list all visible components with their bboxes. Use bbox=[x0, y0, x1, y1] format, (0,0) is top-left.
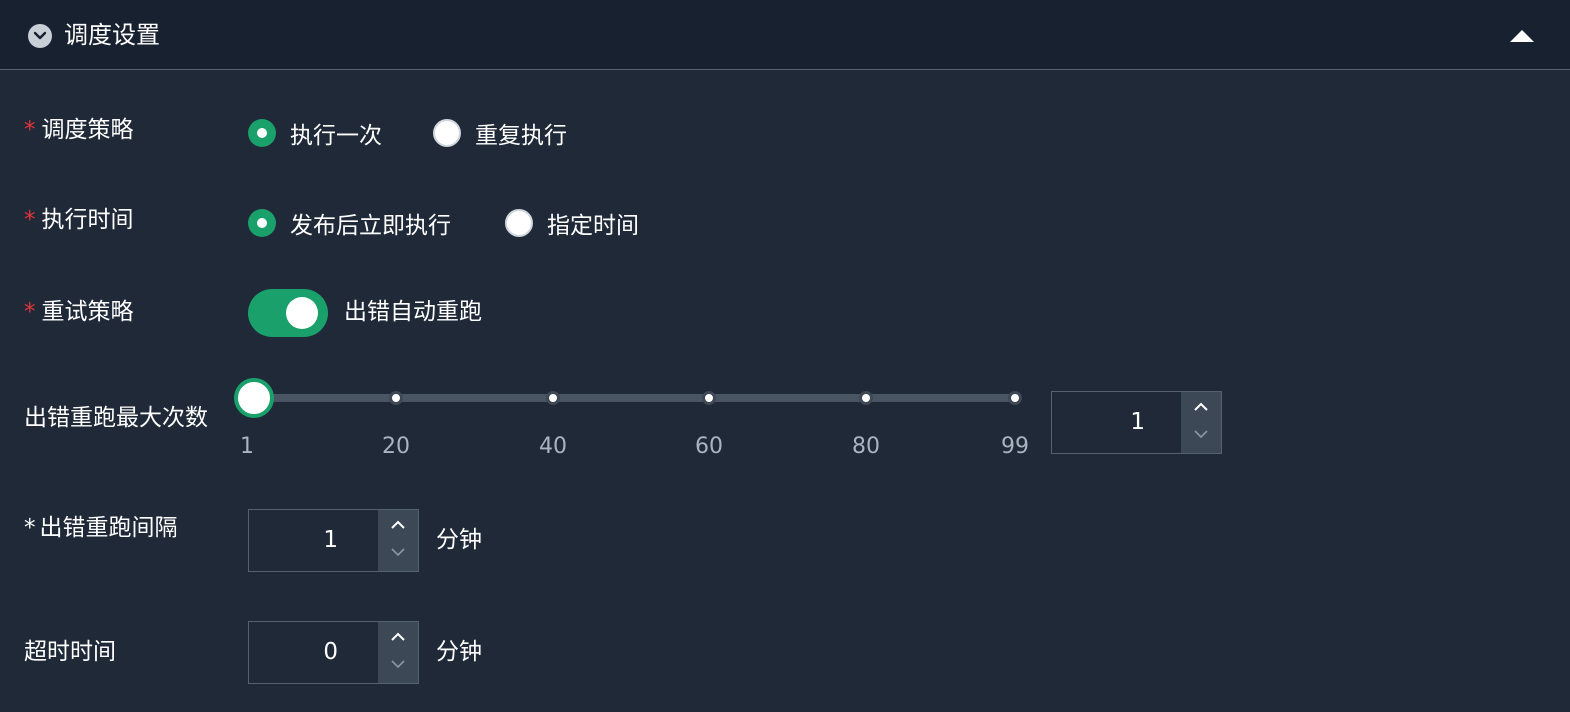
radio-run-after-publish-label: 发布后立即执行 bbox=[290, 213, 451, 239]
retry-interval-value[interactable]: 1 bbox=[249, 510, 338, 571]
retry-interval-label-text: 出错重跑间隔 bbox=[39, 515, 178, 541]
decrement-icon[interactable] bbox=[1181, 422, 1221, 452]
radio-repeat[interactable]: 重复执行 bbox=[433, 116, 567, 150]
radio-specified-time-label: 指定时间 bbox=[547, 213, 639, 239]
slider-stop bbox=[546, 391, 560, 405]
radio-run-after-publish[interactable]: 发布后立即执行 bbox=[248, 206, 451, 240]
required-mark: * bbox=[24, 299, 36, 325]
slider-tick-label: 1 bbox=[240, 434, 254, 459]
slider-track[interactable] bbox=[252, 394, 1016, 402]
required-mark: * bbox=[24, 515, 36, 541]
retry-interval-label: * 出错重跑间隔 bbox=[24, 512, 178, 544]
slider-tick-label: 99 bbox=[1001, 434, 1029, 459]
toggle-knob bbox=[286, 297, 318, 329]
auto-retry-toggle[interactable] bbox=[248, 289, 328, 337]
slider-stop bbox=[702, 391, 716, 405]
increment-icon[interactable] bbox=[378, 510, 418, 540]
radio-specified-time[interactable]: 指定时间 bbox=[505, 206, 639, 240]
stepper-controls bbox=[1181, 392, 1221, 453]
max-retries-input[interactable]: 1 bbox=[1051, 391, 1222, 454]
section-title: 调度设置 bbox=[64, 21, 160, 49]
caret-up-icon[interactable] bbox=[1508, 28, 1536, 44]
radio-run-once[interactable]: 执行一次 bbox=[248, 116, 382, 150]
slider-handle[interactable] bbox=[234, 378, 274, 418]
radio-run-once-label: 执行一次 bbox=[290, 123, 382, 149]
clock-icon bbox=[28, 24, 52, 48]
retry-interval-unit: 分钟 bbox=[436, 527, 482, 553]
decrement-icon[interactable] bbox=[378, 540, 418, 570]
radio-unchecked-icon bbox=[505, 209, 533, 237]
required-mark: * bbox=[24, 207, 36, 233]
max-retries-value[interactable]: 1 bbox=[1052, 392, 1145, 453]
slider-tick-label: 40 bbox=[539, 434, 567, 459]
retry-interval-input[interactable]: 1 bbox=[248, 509, 419, 572]
decrement-icon[interactable] bbox=[378, 652, 418, 682]
timeout-value[interactable]: 0 bbox=[249, 622, 338, 683]
slider-stop bbox=[389, 391, 403, 405]
radio-repeat-label: 重复执行 bbox=[475, 123, 567, 149]
radio-checked-icon bbox=[248, 119, 276, 147]
radio-checked-icon bbox=[248, 209, 276, 237]
timeout-unit: 分钟 bbox=[436, 639, 482, 665]
slider-stop bbox=[1008, 391, 1022, 405]
slider-tick-label: 80 bbox=[852, 434, 880, 459]
schedule-strategy-label-text: 调度策略 bbox=[41, 117, 134, 143]
execution-time-label-text: 执行时间 bbox=[41, 207, 134, 233]
timeout-label: 超时时间 bbox=[24, 639, 116, 665]
execution-time-label: * 执行时间 bbox=[24, 204, 134, 236]
max-retries-slider[interactable]: 1 20 40 60 80 99 bbox=[234, 376, 1029, 468]
stepper-controls bbox=[378, 622, 418, 683]
retry-strategy-label-text: 重试策略 bbox=[41, 299, 134, 325]
stepper-controls bbox=[378, 510, 418, 571]
section-header[interactable]: 调度设置 bbox=[0, 0, 1570, 70]
slider-stop bbox=[859, 391, 873, 405]
slider-tick-label: 20 bbox=[382, 434, 410, 459]
radio-unchecked-icon bbox=[433, 119, 461, 147]
increment-icon[interactable] bbox=[1181, 392, 1221, 422]
max-retries-label: 出错重跑最大次数 bbox=[24, 405, 208, 431]
slider-tick-label: 60 bbox=[695, 434, 723, 459]
required-mark: * bbox=[24, 117, 36, 143]
timeout-input[interactable]: 0 bbox=[248, 621, 419, 684]
auto-retry-toggle-label: 出错自动重跑 bbox=[344, 299, 482, 325]
schedule-strategy-label: * 调度策略 bbox=[24, 114, 134, 146]
retry-strategy-label: * 重试策略 bbox=[24, 296, 134, 328]
increment-icon[interactable] bbox=[378, 622, 418, 652]
